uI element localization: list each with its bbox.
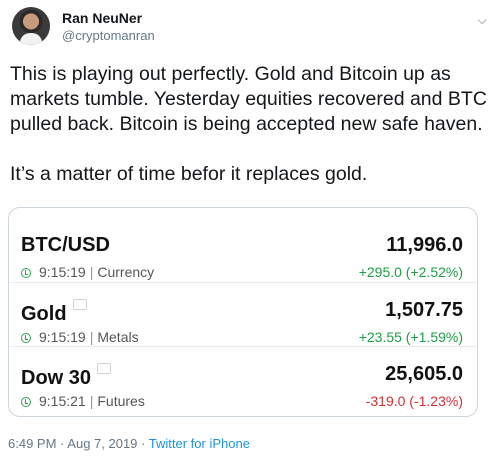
ticker-symbol-text: Dow 30 (21, 367, 92, 389)
ticker-change: +295.0 (+2.52%) (358, 264, 463, 280)
tweet-source-link[interactable]: Twitter for iPhone (149, 436, 250, 451)
clock-icon (21, 397, 31, 407)
ticker-time: 9:15:19 (39, 264, 86, 280)
tweet-header: Ran NeuNer @cryptomanran ⌵ (8, 6, 492, 50)
ticker-symbol-text: Gold (21, 303, 67, 325)
ticker-time: 9:15:21 (39, 393, 86, 409)
clock-icon (21, 268, 31, 278)
ticker-symbol: BTC/USD (21, 234, 110, 256)
meta-dot: · (141, 436, 146, 451)
ticker-category: Futures (97, 393, 145, 409)
ticker-row[interactable]: BTC/USD 9:15:19 | Currency 11,996.0 +295.0… (9, 218, 477, 282)
flag-badge-icon (97, 363, 112, 374)
chevron-down-icon[interactable]: ⌵ (474, 12, 490, 28)
tweet-text: This is playing out perfectly. Gold and … (10, 63, 487, 185)
ticker-category: Metals (97, 329, 139, 345)
ticker-symbol: Dow 30 (21, 363, 112, 390)
separator: | (89, 329, 94, 345)
user-name[interactable]: Ran NeuNer (62, 10, 142, 26)
ticker-price: 11,996.0 (386, 234, 463, 256)
avatar[interactable] (12, 7, 50, 45)
clock-icon (21, 333, 31, 343)
ticker-change: +23.55 (+1.59%) (358, 329, 463, 345)
ticker-row[interactable]: Gold 9:15:19 | Metals 1,507.75 +23.55 (+1.… (9, 282, 477, 347)
tweet-meta: 6:49 PM · Aug 7, 2019 · Twitter for iPho… (8, 436, 250, 451)
ticker-change: -319.0 (-1.23%) (365, 393, 463, 409)
flag-badge-icon (72, 299, 87, 310)
ticker-subtitle: 9:15:19 | Metals (21, 329, 139, 345)
separator: | (89, 393, 94, 409)
ticker-time: 9:15:19 (39, 329, 86, 345)
tweet-time[interactable]: 6:49 PM (8, 436, 56, 451)
ticker-symbol: Gold (21, 299, 87, 326)
market-card[interactable]: BTC/USD 9:15:19 | Currency 11,996.0 +295.0… (8, 207, 478, 417)
user-handle[interactable]: @cryptomanran (62, 28, 155, 43)
ticker-price: 25,605.0 (385, 363, 463, 385)
ticker-row[interactable]: Dow 30 9:15:21 | Futures 25,605.0 -319.0 (… (9, 346, 477, 411)
ticker-subtitle: 9:15:19 | Currency (21, 264, 154, 280)
ticker-price: 1,507.75 (385, 299, 463, 321)
separator: | (89, 264, 94, 280)
tweet-date[interactable]: Aug 7, 2019 (67, 436, 137, 451)
meta-dot: · (60, 436, 65, 451)
ticker-subtitle: 9:15:21 | Futures (21, 393, 145, 409)
ticker-category: Currency (97, 264, 155, 280)
